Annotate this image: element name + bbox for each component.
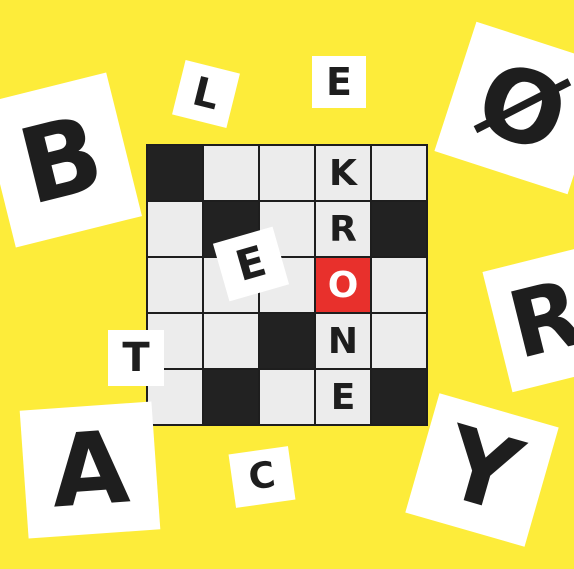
grid-letter-cell-r4c3[interactable]: E: [316, 370, 370, 424]
grid-letter: E: [330, 376, 356, 418]
grid-letter: O: [327, 264, 359, 306]
letter-tile-o-slash-label: Ø: [463, 38, 574, 177]
grid-empty-cell-r3c4[interactable]: [372, 314, 426, 368]
letter-tile-b-label: B: [7, 91, 115, 229]
grid-letter: N: [327, 320, 359, 362]
grid-empty-cell-r2c0[interactable]: [148, 258, 202, 312]
grid-black-cell-r4c1: [204, 370, 258, 424]
grid-empty-cell-r0c1[interactable]: [204, 146, 258, 200]
grid-black-cell-r1c4: [372, 202, 426, 256]
grid-letter: R: [329, 208, 357, 250]
grid-black-cell-r4c4: [372, 370, 426, 424]
letter-tile-e-top-label: E: [326, 60, 352, 104]
letter-tile-c-label: C: [245, 454, 278, 499]
grid-highlighted-cell-r2c3[interactable]: O: [316, 258, 370, 312]
letter-tile-y-label: Y: [431, 403, 534, 536]
grid-letter-cell-r1c3[interactable]: R: [316, 202, 370, 256]
letter-tile-e-mid-label: E: [230, 236, 272, 292]
letter-tile-t[interactable]: T: [108, 330, 164, 386]
grid-letter-cell-r3c3[interactable]: N: [316, 314, 370, 368]
letter-tile-e-top[interactable]: E: [312, 56, 366, 108]
letter-tile-a[interactable]: A: [19, 401, 161, 539]
grid-black-cell-r3c2: [260, 314, 314, 368]
crossword-grid: KRONE: [146, 144, 428, 426]
letter-tile-b[interactable]: B: [0, 72, 142, 248]
letter-tile-r[interactable]: R: [482, 247, 574, 393]
grid-empty-cell-r3c1[interactable]: [204, 314, 258, 368]
grid-empty-cell-r1c0[interactable]: [148, 202, 202, 256]
grid-letter-cell-r0c3[interactable]: K: [316, 146, 370, 200]
letter-tile-t-label: T: [122, 335, 150, 381]
letter-tile-o-slash[interactable]: Ø: [434, 21, 574, 195]
grid-black-cell-r0c0: [148, 146, 202, 200]
grid-empty-cell-r4c2[interactable]: [260, 370, 314, 424]
letter-tile-l[interactable]: L: [172, 60, 240, 128]
letter-tile-a-label: A: [47, 408, 133, 531]
letter-tile-r-label: R: [498, 259, 574, 380]
letter-tile-l-label: L: [188, 68, 224, 120]
grid-letter: K: [329, 152, 357, 194]
grid-empty-cell-r0c4[interactable]: [372, 146, 426, 200]
grid-empty-cell-r2c4[interactable]: [372, 258, 426, 312]
letter-tile-c[interactable]: C: [228, 446, 296, 508]
letter-tile-y[interactable]: Y: [405, 393, 559, 547]
grid-empty-cell-r0c2[interactable]: [260, 146, 314, 200]
